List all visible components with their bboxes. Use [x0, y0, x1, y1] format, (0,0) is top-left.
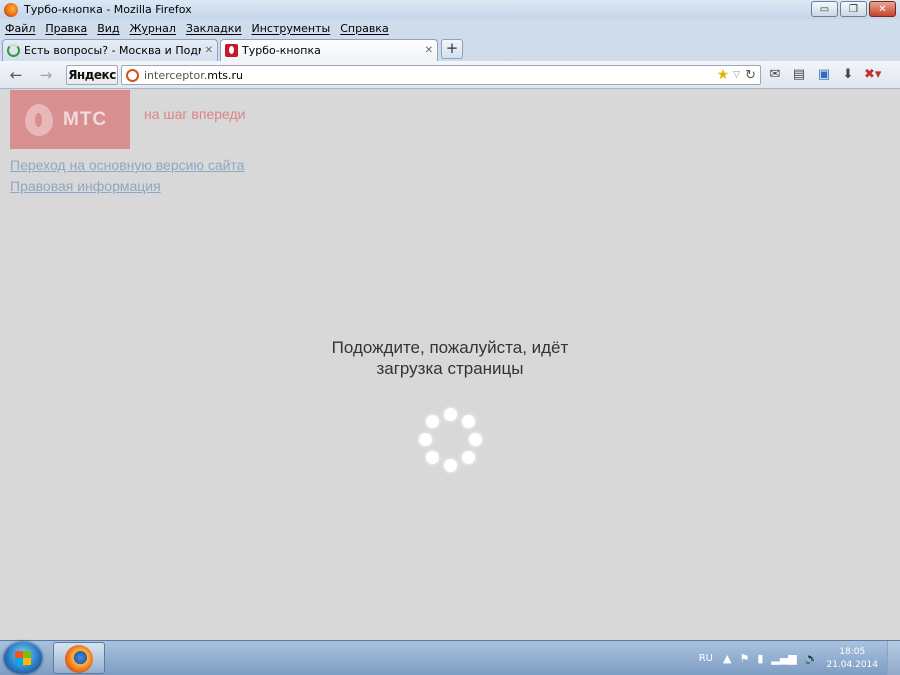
- loading-spinner-icon: [418, 407, 482, 472]
- menu-tools[interactable]: Инструменты: [252, 22, 331, 35]
- title-bar: Турбо-кнопка - Mozilla Firefox ▭ ❐ ✕: [0, 0, 900, 19]
- tab-close-icon[interactable]: ✕: [425, 45, 433, 56]
- url-text[interactable]: interceptor.mts.ru: [144, 69, 717, 82]
- menu-bookmarks[interactable]: Закладки: [186, 22, 242, 35]
- tab-turbo-button[interactable]: Турбо-кнопка ✕: [220, 39, 438, 61]
- addon-menu-icon[interactable]: ✖▾: [864, 67, 881, 83]
- start-button[interactable]: [4, 642, 42, 674]
- new-tab-button[interactable]: +: [441, 39, 463, 59]
- firefox-icon: [4, 2, 18, 17]
- spinner-dot: [462, 415, 475, 428]
- menu-edit[interactable]: Правка: [45, 22, 87, 35]
- spinner-dot: [444, 408, 457, 421]
- forward-button[interactable]: →: [37, 66, 55, 84]
- mail-icon[interactable]: ✉: [767, 67, 783, 83]
- tab-questions[interactable]: Есть вопросы? - Москва и Подмоск... ✕: [2, 39, 218, 61]
- show-hidden-icons-icon[interactable]: ▲: [723, 652, 731, 665]
- legal-info-link[interactable]: Правовая информация: [10, 178, 161, 194]
- clock[interactable]: 18:05 21.04.2014: [826, 646, 878, 672]
- show-desktop-button[interactable]: [887, 641, 900, 675]
- url-host-prefix: interceptor.: [144, 68, 208, 82]
- taskbar-firefox-button[interactable]: [53, 642, 105, 674]
- url-dropdown-icon[interactable]: ▽: [733, 70, 740, 80]
- yandex-label: Яндекс: [68, 68, 116, 82]
- clock-date: 21.04.2014: [826, 659, 878, 670]
- reload-icon[interactable]: ↻: [745, 68, 756, 83]
- loading-line-1: Подождите, пожалуйста, идёт: [331, 338, 569, 357]
- tab-close-icon[interactable]: ✕: [205, 45, 213, 56]
- bookmark-star-icon[interactable]: ★: [717, 67, 730, 83]
- address-bar[interactable]: interceptor.mts.ru ★ ▽ ↻: [121, 65, 761, 85]
- logo-text: МТС: [63, 108, 108, 130]
- action-center-flag-icon[interactable]: ⚑: [739, 652, 749, 665]
- navigation-bar: ← → Яндекс interceptor.mts.ru ★ ▽ ↻ ✉ ▤ …: [0, 61, 900, 89]
- tab-label: Есть вопросы? - Москва и Подмоск...: [24, 44, 201, 57]
- window-title: Турбо-кнопка - Mozilla Firefox: [24, 3, 192, 16]
- menu-history[interactable]: Журнал: [130, 22, 176, 35]
- spinner-dot: [469, 433, 482, 446]
- window-controls: ▭ ❐ ✕: [811, 1, 896, 17]
- menu-file[interactable]: Файл: [5, 22, 35, 35]
- taskbar: RU ▲ ⚑ ▮ ▂▄▆ 🔈 18:05 21.04.2014: [0, 640, 900, 675]
- url-host-main: mts.ru: [207, 68, 243, 82]
- menu-view[interactable]: Вид: [97, 22, 119, 35]
- language-indicator[interactable]: RU: [699, 653, 713, 664]
- back-button[interactable]: ←: [7, 66, 25, 84]
- yandex-button[interactable]: Яндекс: [66, 65, 118, 85]
- vk-icon[interactable]: ▣: [816, 67, 832, 83]
- network-signal-icon[interactable]: ▂▄▆: [771, 652, 796, 665]
- bookmarks-list-icon[interactable]: ▤: [791, 67, 807, 83]
- spinner-dot: [426, 415, 439, 428]
- spinner-dot: [444, 459, 457, 472]
- maximize-button[interactable]: ❐: [840, 1, 867, 17]
- slogan: на шаг впереди: [144, 106, 246, 122]
- minimize-button[interactable]: ▭: [811, 1, 838, 17]
- spinner-dot: [419, 433, 432, 446]
- menu-bar: Файл Правка Вид Журнал Закладки Инструме…: [0, 19, 900, 37]
- tab-label: Турбо-кнопка: [242, 44, 321, 57]
- mts-egg-icon: [25, 103, 53, 136]
- site-identity-icon[interactable]: [126, 68, 139, 82]
- power-icon[interactable]: ▮: [757, 652, 763, 665]
- loading-message: Подождите, пожалуйста, идёт загрузка стр…: [250, 337, 650, 379]
- download-icon[interactable]: ⬇: [840, 67, 856, 83]
- main-site-link[interactable]: Переход на основную версию сайта: [10, 157, 244, 173]
- mts-favicon-icon: [225, 44, 238, 57]
- loading-spinner-icon: [7, 44, 20, 57]
- volume-icon[interactable]: 🔈: [805, 652, 819, 665]
- menu-help[interactable]: Справка: [340, 22, 388, 35]
- spinner-dot: [426, 451, 439, 464]
- mts-logo[interactable]: МТС: [10, 90, 130, 149]
- page-content: МТС на шаг впереди Переход на основную в…: [0, 89, 900, 640]
- loading-line-2: загрузка страницы: [376, 359, 524, 378]
- spinner-dot: [462, 451, 475, 464]
- firefox-icon: [65, 645, 93, 673]
- system-tray: RU ▲ ⚑ ▮ ▂▄▆ 🔈 18:05 21.04.2014: [699, 641, 900, 675]
- close-button[interactable]: ✕: [869, 1, 896, 17]
- clock-time: 18:05: [839, 646, 866, 657]
